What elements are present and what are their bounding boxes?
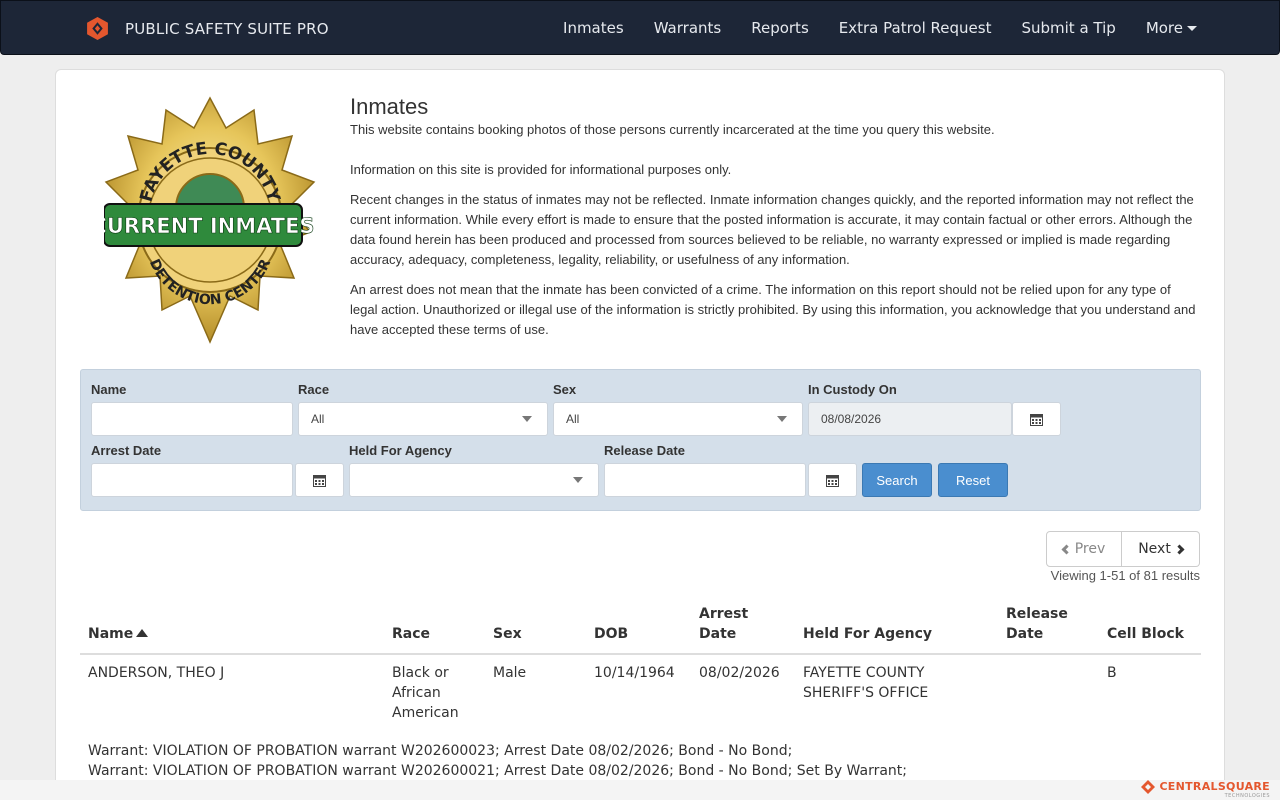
name-input[interactable] [91,402,293,436]
col-header-sex[interactable]: Sex [493,624,522,644]
page-title: Inmates [350,94,429,119]
sex-select[interactable]: All [553,402,803,436]
chevron-left-icon [1061,544,1072,554]
cell-dob: 10/14/1964 [594,665,675,681]
cell-arrest-date: 08/02/2026 [699,665,780,681]
col-header-arrest-date[interactable]: Arrest Date [699,604,748,644]
nav-item-more[interactable]: More [1146,19,1197,37]
vendor-name: CENTRALSQUARE [1159,780,1270,793]
col-release-line-1: Release [1006,606,1068,622]
brand-logo-icon [87,17,108,40]
held-for-agency-select[interactable] [349,463,599,497]
prev-page-button[interactable]: Prev [1046,531,1122,567]
intro-paragraph-4: An arrest does not mean that the inmate … [350,282,1196,337]
vendor-subtitle: TECHNOLOGIES [1224,793,1270,799]
nav-item-inmates[interactable]: Inmates [563,19,624,37]
cell-race-line-3: American [392,705,459,721]
calendar-icon [826,474,839,487]
table-header: Name Race Sex DOB Arrest Date Held For Ag… [80,600,1201,655]
col-header-race[interactable]: Race [392,624,430,644]
race-select[interactable]: All [298,402,548,436]
nav-item-submit-tip[interactable]: Submit a Tip [1021,19,1115,37]
inmates-table: Name Race Sex DOB Arrest Date Held For Ag… [80,600,1201,795]
col-header-held-for-agency[interactable]: Held For Agency [803,624,932,644]
chevron-right-icon [1174,544,1185,554]
race-label: Race [298,382,330,397]
cell-name[interactable]: ANDERSON, THEO J [88,663,224,683]
nav-more-label: More [1145,18,1183,37]
nav-item-warrants[interactable]: Warrants [654,19,722,37]
cell-held-for-agency: FAYETTE COUNTY SHERIFF'S OFFICE [803,663,928,703]
intro-paragraph-3: Recent changes in the status of inmates … [350,192,1194,267]
cell-agency-line-1: FAYETTE COUNTY [803,665,925,681]
main-panel: FAYETTE COUNTY DETENTION CENTER CURRENT … [55,69,1225,800]
reset-button[interactable]: Reset [938,463,1008,497]
pagination: Prev Next [1046,531,1200,567]
col-release-line-2: Date [1006,626,1044,642]
cell-race-line-1: Black or [392,665,449,681]
dropdown-arrow-icon [573,477,583,483]
sort-ascending-icon [136,629,149,637]
warrant-line: Warrant: VIOLATION OF PROBATION warrant … [88,763,907,779]
col-header-release-date[interactable]: Release Date [1006,604,1068,644]
nav-menu: Inmates Warrants Reports Extra Patrol Re… [533,1,1197,54]
dropdown-arrow-icon [777,416,787,422]
footer-bar: CENTRALSQUARE TECHNOLOGIES [0,780,1280,800]
cell-agency-line-2: SHERIFF'S OFFICE [803,685,929,701]
table-row[interactable]: ANDERSON, THEO J Black or African American… [80,655,1201,795]
centralsquare-logo-icon [1141,780,1156,794]
nav-item-extra-patrol-request[interactable]: Extra Patrol Request [839,19,992,37]
search-button[interactable]: Search [862,463,932,497]
custody-calendar-button[interactable] [1012,402,1061,436]
next-page-button[interactable]: Next [1122,531,1200,567]
arrest-date-input[interactable] [91,463,293,497]
calendar-icon [313,474,326,487]
col-header-dob[interactable]: DOB [594,624,628,644]
name-label: Name [91,382,127,397]
cell-cell-block: B [1107,665,1117,681]
intro-section: Inmates This website contains booking ph… [350,94,1200,350]
intro-paragraph-2: Information on this site is provided for… [350,162,732,177]
cell-race-line-2: African [392,685,441,701]
detention-center-badge: FAYETTE COUNTY DETENTION CENTER CURRENT … [104,96,316,344]
arrest-date-label: Arrest Date [91,443,162,458]
release-calendar-button[interactable] [808,463,857,497]
prev-label: Prev [1074,541,1106,557]
release-date-label: Release Date [604,443,685,458]
brand-title: PUBLIC SAFETY SUITE PRO [125,19,329,38]
vendor-logo[interactable]: CENTRALSQUARE TECHNOLOGIES [1141,780,1270,800]
badge-banner-text: CURRENT INMATES [104,214,315,238]
col-header-cell-block[interactable]: Cell Block [1107,624,1184,644]
col-arrest-line-2: Date [699,626,737,642]
sex-select-value: All [566,412,580,426]
intro-paragraph-1: This website contains booking photos of … [350,122,995,137]
top-navbar: PUBLIC SAFETY SUITE PRO Inmates Warrants… [0,0,1280,55]
nav-item-reports[interactable]: Reports [751,19,809,37]
results-count: Viewing 1-51 of 81 results [1050,568,1200,583]
warrant-line: Warrant: VIOLATION OF PROBATION warrant … [88,743,793,759]
custody-label: In Custody On [808,382,897,397]
arrest-calendar-button[interactable] [295,463,344,497]
custody-date-input[interactable]: 08/08/2026 [808,402,1012,436]
calendar-icon [1030,413,1043,426]
brand[interactable]: PUBLIC SAFETY SUITE PRO [85,15,329,42]
next-label: Next [1138,541,1171,557]
caret-down-icon [1187,25,1197,31]
cell-sex: Male [493,665,527,681]
col-arrest-line-1: Arrest [699,606,749,622]
cell-race: Black or African American [392,663,459,723]
race-select-value: All [311,412,325,426]
dropdown-arrow-icon [522,416,532,422]
release-date-input[interactable] [604,463,806,497]
search-form: Name Race All Sex All In Custody On 08/0… [80,369,1201,511]
held-for-agency-label: Held For Agency [349,443,452,458]
col-header-name[interactable]: Name [88,624,149,644]
sex-label: Sex [553,382,577,397]
col-name-label: Name [88,626,134,642]
